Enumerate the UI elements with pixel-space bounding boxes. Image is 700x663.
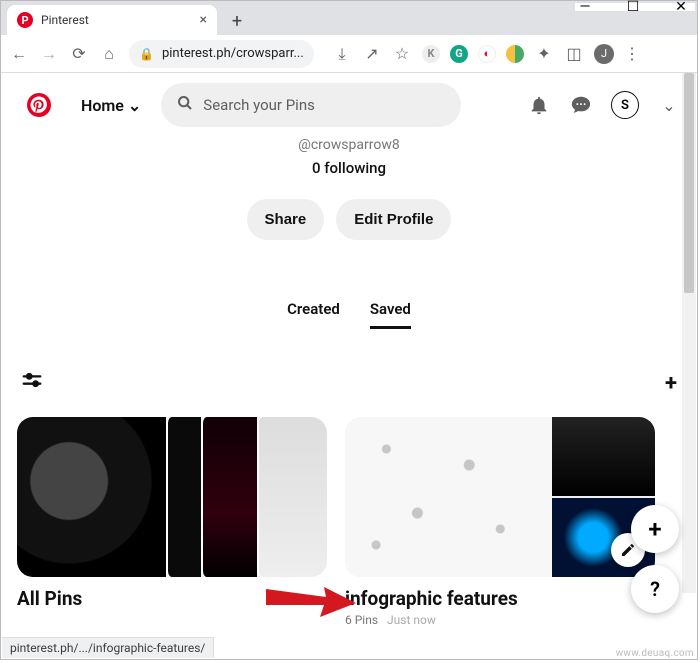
chevron-down-icon: ⌄: [128, 96, 141, 115]
tab-title: Pinterest: [41, 13, 192, 27]
messages-chat-icon[interactable]: [569, 93, 593, 117]
floating-add-button[interactable]: +: [631, 505, 679, 553]
board-title: infographic features: [345, 587, 655, 610]
board-all-pins[interactable]: All Pins: [17, 417, 327, 627]
browser-tab[interactable]: P Pinterest ×: [7, 5, 217, 35]
following-count-link[interactable]: 0 following: [17, 159, 681, 177]
address-bar[interactable]: 🔒 pinterest.ph/crowsparr...: [129, 40, 314, 68]
nav-forward-button[interactable]: →: [39, 44, 59, 64]
board-title: All Pins: [17, 587, 327, 610]
board-subtitle: 6 Pins Just now: [345, 613, 655, 627]
profile-handle: @crowsparrow8: [17, 137, 681, 153]
search-placeholder: Search your Pins: [203, 96, 315, 114]
extension-circle-icon[interactable]: [506, 45, 524, 63]
install-app-icon[interactable]: ⤓: [332, 44, 352, 64]
nav-home-button[interactable]: ⌂: [99, 44, 119, 64]
extension-k-icon[interactable]: K: [422, 45, 440, 63]
board-pin-count: 6 Pins: [345, 613, 378, 627]
extension-grammarly-icon[interactable]: G: [450, 45, 468, 63]
pinterest-logo-icon[interactable]: [17, 83, 61, 127]
window-maximize-button[interactable]: ☐: [623, 0, 643, 14]
lock-icon: 🔒: [139, 47, 154, 61]
pinterest-header: Home ⌄ Search your Pins S ⌄: [1, 73, 697, 137]
board-infographic-features[interactable]: infographic features 6 Pins Just now: [345, 417, 655, 627]
bookmark-star-icon[interactable]: ☆: [392, 44, 412, 64]
edit-profile-button[interactable]: Edit Profile: [336, 199, 451, 240]
home-label: Home: [81, 96, 124, 115]
home-dropdown-button[interactable]: Home ⌄: [73, 86, 149, 125]
floating-help-button[interactable]: ?: [631, 565, 679, 613]
extension-pinterest-icon[interactable]: ◐: [478, 45, 496, 63]
tab-created[interactable]: Created: [287, 300, 340, 329]
share-button[interactable]: Share: [247, 199, 325, 240]
board-updated-time: Just now: [387, 613, 436, 627]
tab-close-icon[interactable]: ×: [200, 12, 207, 28]
search-input[interactable]: Search your Pins: [161, 83, 461, 127]
sidepanel-icon[interactable]: ◫: [564, 44, 584, 64]
nav-reload-button[interactable]: ⟳: [69, 44, 89, 64]
search-icon: [177, 95, 193, 115]
share-page-icon[interactable]: ↗: [362, 44, 382, 64]
filter-sliders-icon[interactable]: [21, 369, 43, 397]
profile-tabs: Created Saved: [17, 300, 681, 329]
nav-back-button[interactable]: ←: [9, 44, 29, 64]
window-close-button[interactable]: ✕: [671, 0, 691, 14]
profile-avatar[interactable]: J: [594, 44, 614, 64]
browser-status-bar: pinterest.ph/.../infographic-features/: [2, 637, 214, 658]
pinterest-favicon-icon: P: [17, 12, 33, 28]
browser-menu-button[interactable]: ⋮: [624, 44, 640, 63]
board-cover: [17, 417, 327, 577]
board-cover: [345, 417, 655, 577]
url-display: pinterest.ph/crowsparr...: [162, 46, 304, 61]
watermark-text: www.deuaq.com: [616, 648, 694, 659]
browser-toolbar: ← → ⟳ ⌂ 🔒 pinterest.ph/crowsparr... ⤓ ↗ …: [1, 35, 697, 73]
tab-saved[interactable]: Saved: [370, 300, 411, 329]
accounts-chevron-down-icon[interactable]: ⌄: [657, 93, 681, 117]
create-plus-icon[interactable]: +: [665, 371, 677, 396]
profile-content: @crowsparrow8 0 following Share Edit Pro…: [1, 137, 697, 639]
extensions-puzzle-icon[interactable]: ✦: [534, 44, 554, 64]
window-minimize-button[interactable]: —: [575, 0, 595, 14]
notifications-bell-icon[interactable]: [527, 93, 551, 117]
new-tab-button[interactable]: +: [223, 7, 251, 35]
account-avatar[interactable]: S: [611, 91, 639, 119]
